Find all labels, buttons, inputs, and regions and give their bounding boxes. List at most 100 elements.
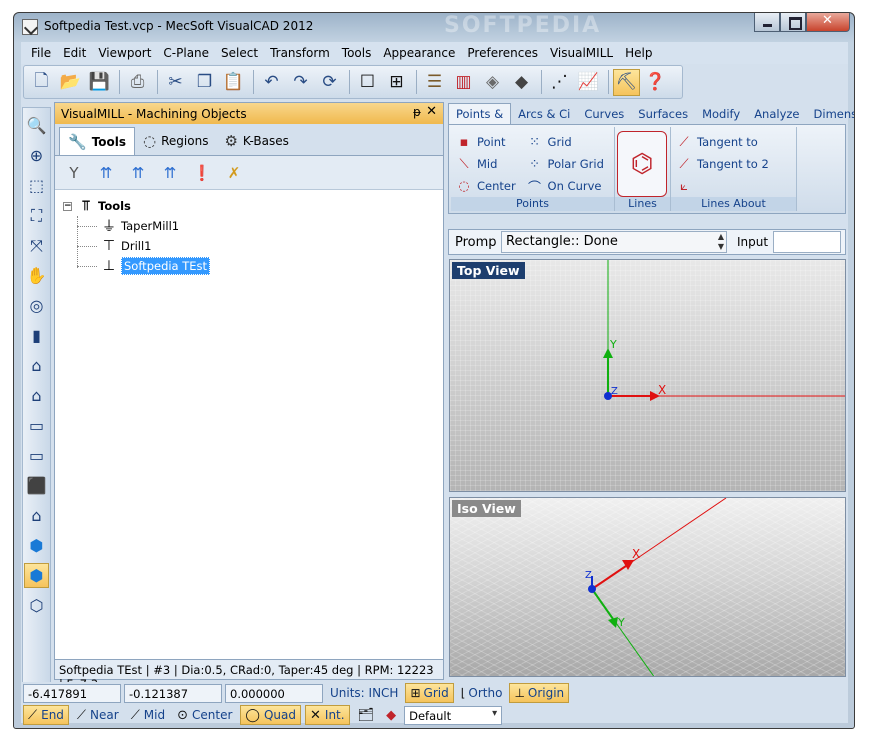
dark-view-icon[interactable]: ⬛ bbox=[24, 473, 49, 498]
zoom-extents-icon[interactable]: ⛶ bbox=[24, 203, 49, 228]
center-button[interactable]: ◌ Center bbox=[455, 175, 515, 197]
four-views-icon[interactable]: ⊞ bbox=[383, 69, 410, 96]
library-icon[interactable]: ▥ bbox=[450, 69, 477, 96]
add-tool-3-icon[interactable]: ⇈ bbox=[157, 160, 183, 186]
paste-icon[interactable]: 📋 bbox=[220, 69, 247, 96]
top-view-icon[interactable]: ▭ bbox=[24, 413, 49, 438]
prompt-spinner-icon[interactable]: ▲ ▼ bbox=[718, 232, 724, 252]
tab-arcs[interactable]: Arcs & Ci bbox=[511, 103, 577, 124]
menu-c-plane[interactable]: C-Plane bbox=[157, 46, 215, 60]
origin-toggle[interactable]: ⊥ Origin bbox=[509, 683, 570, 703]
render-icon[interactable]: ◈ bbox=[479, 69, 506, 96]
prompt-value[interactable]: Rectangle:: Done ▲ ▼ bbox=[501, 231, 727, 253]
cut-icon[interactable]: ✂ bbox=[162, 69, 189, 96]
tab-tools[interactable]: 🔧 Tools bbox=[59, 127, 136, 155]
menu-help[interactable]: Help bbox=[619, 46, 658, 60]
redo-icon[interactable]: ↷ bbox=[287, 69, 314, 96]
tab-surfaces[interactable]: Surfaces bbox=[631, 103, 695, 124]
toolpath-icon[interactable]: ⛏ bbox=[613, 68, 640, 96]
menu-visualmill[interactable]: VisualMILL bbox=[544, 46, 619, 60]
menu-preferences[interactable]: Preferences bbox=[461, 46, 544, 60]
menu-select[interactable]: Select bbox=[215, 46, 264, 60]
tree-item-tapermill1[interactable]: ⏚ TaperMill1 bbox=[63, 216, 443, 236]
shaded-cube-icon[interactable]: ⬢ bbox=[24, 533, 49, 558]
layers-icon[interactable]: ☰ bbox=[421, 69, 448, 96]
grid-toggle[interactable]: ⊞ Grid bbox=[405, 683, 454, 703]
snap-mid[interactable]: ⟋ Mid bbox=[127, 705, 169, 725]
collapse-icon[interactable]: − bbox=[63, 201, 72, 211]
menu-appearance[interactable]: Appearance bbox=[377, 46, 461, 60]
zoom-icon[interactable]: 🔍 bbox=[24, 113, 49, 138]
point-button[interactable]: ▪ Point bbox=[455, 131, 516, 153]
polar-grid-button[interactable]: ⁘ Polar Grid bbox=[526, 153, 604, 175]
chart-icon[interactable]: 📈 bbox=[575, 69, 602, 96]
menu-transform[interactable]: Transform bbox=[264, 46, 336, 60]
snap-quad[interactable]: ◯ Quad bbox=[240, 705, 301, 725]
title-bar[interactable]: Softpedia Test.vcp - MecSoft VisualCAD 2… bbox=[14, 13, 854, 41]
snap-end[interactable]: ⟋ End bbox=[23, 705, 69, 725]
help-icon[interactable]: ❓ bbox=[642, 69, 669, 96]
single-view-icon[interactable]: ☐ bbox=[354, 69, 381, 96]
lines-icon[interactable]: ⌬ bbox=[617, 131, 667, 197]
menu-viewport[interactable]: Viewport bbox=[92, 46, 157, 60]
tree-item-softpedia-test[interactable]: ⊥ Softpedia TEst bbox=[63, 256, 443, 276]
layer-color-button[interactable]: ◆ bbox=[382, 705, 400, 725]
zoom-in-icon[interactable]: ⊕ bbox=[24, 143, 49, 168]
minimize-button[interactable] bbox=[754, 13, 780, 32]
shaded-cube-selected-icon[interactable]: ⬢ bbox=[24, 563, 49, 588]
add-tool-icon[interactable]: ⇈ bbox=[93, 160, 119, 186]
grid-button[interactable]: ⁙ Grid bbox=[526, 131, 604, 153]
rotate-icon[interactable]: ◎ bbox=[24, 293, 49, 318]
maximize-button[interactable] bbox=[780, 13, 806, 32]
snap-center[interactable]: ⊙ Center bbox=[173, 705, 236, 725]
tab-dimension[interactable]: Dimensic bbox=[807, 103, 854, 124]
undo-icon[interactable]: ↶ bbox=[258, 69, 285, 96]
on-curve-button[interactable]: ⌒ On Curve bbox=[526, 175, 604, 197]
open-folder-icon[interactable]: 📂 bbox=[57, 69, 84, 96]
tab-points[interactable]: Points & bbox=[448, 103, 512, 124]
fit-icon[interactable]: ⤧ bbox=[24, 233, 49, 258]
tab-curves[interactable]: Curves bbox=[577, 103, 631, 124]
tangent-to-2-button[interactable]: ⟋ Tangent to 2 bbox=[675, 153, 792, 175]
mill-tool-icon[interactable]: Y bbox=[61, 160, 87, 186]
close-icon[interactable]: ✕ bbox=[426, 104, 437, 119]
tree-root[interactable]: − ⫪ Tools bbox=[63, 196, 443, 216]
close-button[interactable] bbox=[806, 13, 850, 32]
shade-icon[interactable]: ◆ bbox=[508, 69, 535, 96]
save-icon[interactable]: 💾 bbox=[86, 69, 113, 96]
print-icon[interactable]: ⎙ bbox=[124, 69, 151, 96]
new-file-icon[interactable]: 🗋 bbox=[28, 69, 55, 96]
tab-regions[interactable]: ◌ Regions bbox=[135, 127, 216, 155]
menu-file[interactable]: File bbox=[25, 46, 57, 60]
tab-analyze[interactable]: Analyze bbox=[747, 103, 806, 124]
menu-edit[interactable]: Edit bbox=[57, 46, 92, 60]
points-icon[interactable]: ⋰ bbox=[546, 69, 573, 96]
tangent-to-button[interactable]: ⟋ Tangent to bbox=[675, 131, 792, 153]
pan-hand-icon[interactable]: ✋ bbox=[24, 263, 49, 288]
snap-near[interactable]: ⟋ Near bbox=[73, 705, 123, 725]
copy-icon[interactable]: ❐ bbox=[191, 69, 218, 96]
ortho-toggle[interactable]: ⌊ Ortho bbox=[457, 683, 507, 703]
iso-house-icon[interactable]: ⌂ bbox=[24, 503, 49, 528]
pin-icon[interactable]: ᵽ bbox=[413, 105, 421, 119]
snap-int[interactable]: ✕ Int. bbox=[305, 705, 350, 725]
tab-k-bases[interactable]: ⚙ K-Bases bbox=[216, 127, 296, 155]
delete-tool-icon[interactable]: ✗ bbox=[221, 160, 247, 186]
add-tool-2-icon[interactable]: ⇈ bbox=[125, 160, 151, 186]
units-indicator[interactable]: Units: INCH bbox=[326, 683, 402, 703]
home-outline-icon[interactable]: ⌂ bbox=[24, 383, 49, 408]
layer-dropdown[interactable]: Default bbox=[404, 705, 503, 725]
input-field[interactable] bbox=[773, 231, 841, 253]
zoom-window-icon[interactable]: ⬚ bbox=[24, 173, 49, 198]
tree-item-drill1[interactable]: ⊤ Drill1 bbox=[63, 236, 443, 256]
front-view-icon[interactable]: ▮ bbox=[24, 323, 49, 348]
home-view-icon[interactable]: ⌂ bbox=[24, 353, 49, 378]
tool-info-icon[interactable]: ❗ bbox=[189, 160, 215, 186]
app-icon[interactable] bbox=[22, 19, 38, 35]
iso-viewport[interactable]: Iso View X Y Z bbox=[449, 497, 846, 677]
top-viewport[interactable]: Top View X Y Z bbox=[449, 259, 846, 492]
bottom-view-icon[interactable]: ▭ bbox=[24, 443, 49, 468]
menu-tools[interactable]: Tools bbox=[336, 46, 378, 60]
wireframe-cube-icon[interactable]: ⬡ bbox=[24, 593, 49, 618]
mid-button[interactable]: ⟍ Mid bbox=[455, 153, 516, 175]
